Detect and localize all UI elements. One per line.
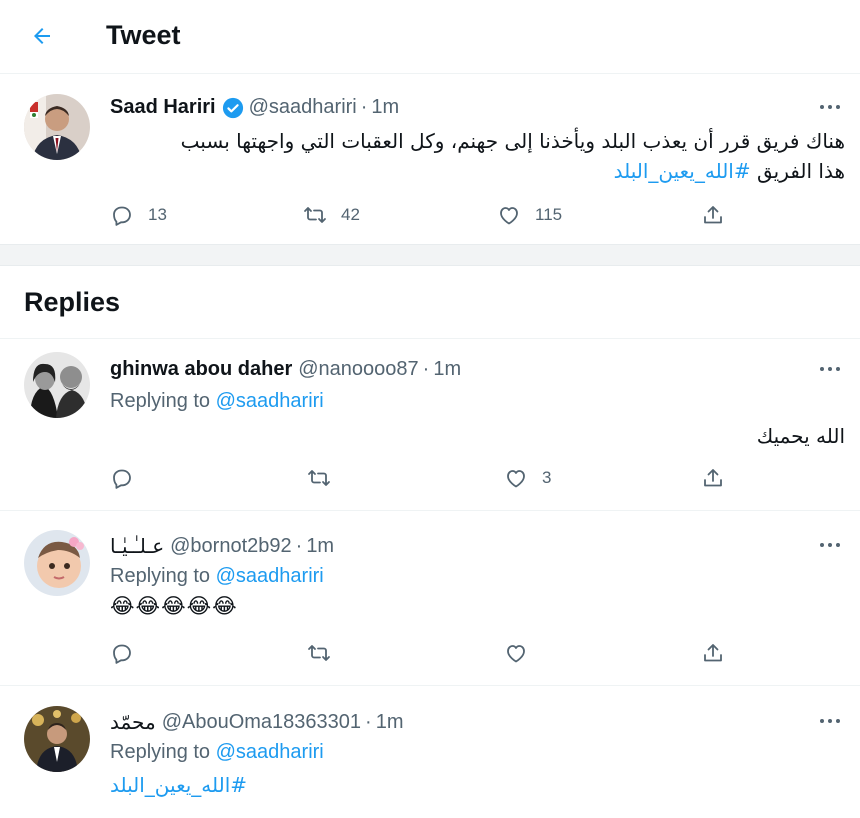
- tweet-text-line-1: هناك فريق قرر أن يعذب البلد ويأخذنا إلى …: [180, 129, 845, 153]
- retweet-icon: [308, 470, 330, 486]
- share-icon: [704, 206, 722, 224]
- retweet-button[interactable]: [307, 466, 331, 490]
- heart-icon: [500, 207, 518, 225]
- retweet-button[interactable]: [307, 641, 331, 665]
- share-button[interactable]: [701, 641, 725, 665]
- verified-badge-icon: [222, 97, 243, 118]
- like-count: 115: [535, 205, 563, 224]
- more-button[interactable]: [815, 711, 845, 731]
- avatar[interactable]: [24, 530, 90, 596]
- separator: ·: [295, 534, 303, 557]
- hashtag-link[interactable]: #الله_يعين_البلد: [614, 159, 751, 183]
- avatar[interactable]: [24, 94, 90, 160]
- replying-label: Replying to: [110, 741, 211, 763]
- retweet-count: 42: [341, 205, 360, 224]
- replying-to: Replying to @saadhariri: [110, 741, 324, 764]
- reply-button[interactable]: 13: [110, 203, 167, 227]
- separator: ·: [365, 710, 372, 733]
- mention-link[interactable]: @saadhariri: [216, 741, 324, 763]
- handle[interactable]: @AbouOma18363301: [162, 711, 361, 734]
- tweet-header: Tweet: [0, 0, 860, 74]
- back-button[interactable]: [22, 18, 62, 54]
- separator: ·: [360, 96, 368, 118]
- tweet-text-line-2: هذا الفريق #الله_يعين_البلد: [100, 156, 845, 186]
- reply-button[interactable]: [110, 466, 134, 490]
- replying-label: Replying to: [110, 565, 211, 587]
- tweet-text-prefix: هذا الفريق: [756, 159, 845, 183]
- mention-link[interactable]: @saadhariri: [216, 565, 324, 587]
- share-icon: [704, 469, 722, 487]
- timestamp[interactable]: 1m: [376, 711, 404, 734]
- share-button[interactable]: [701, 203, 725, 227]
- like-count: 3: [542, 468, 552, 487]
- tweet-author-row: Saad Hariri @saadhariri · 1m: [110, 96, 399, 119]
- mention-link[interactable]: @saadhariri: [216, 390, 324, 412]
- replying-to: Replying to @saadhariri: [110, 390, 324, 413]
- reply-icon: [113, 206, 131, 226]
- share-button[interactable]: [701, 466, 725, 490]
- retweet-icon: [304, 207, 326, 223]
- reply-text: الله يحميك: [756, 424, 845, 448]
- page-title: Tweet: [106, 20, 181, 50]
- heart-icon: [507, 645, 525, 663]
- share-icon: [704, 644, 722, 662]
- reply-author-row: عـلـٰـيٰـا @bornot2b92 · 1m: [110, 534, 334, 558]
- display-name[interactable]: ghinwa abou daher: [110, 358, 292, 381]
- display-name[interactable]: عـلـٰـيٰـا: [110, 534, 164, 558]
- retweet-icon: [308, 645, 330, 661]
- reply-button[interactable]: [110, 641, 134, 665]
- more-button[interactable]: [815, 535, 845, 555]
- hashtag-link[interactable]: #الله_يعين_البلد: [110, 770, 247, 800]
- like-button[interactable]: [504, 641, 528, 665]
- reply-count: 13: [148, 205, 167, 224]
- separator: ·: [422, 358, 430, 380]
- display-name[interactable]: Saad Hariri: [110, 96, 216, 119]
- handle[interactable]: @nanoooo87: [298, 358, 418, 381]
- more-button[interactable]: [815, 359, 845, 379]
- retweet-button[interactable]: 42: [303, 203, 360, 227]
- reply-author-row: ghinwa abou daher @nanoooo87 · 1m: [110, 358, 461, 381]
- replying-to: Replying to @saadhariri: [110, 565, 324, 588]
- like-button[interactable]: 3: [504, 466, 551, 490]
- timestamp[interactable]: 1m: [433, 358, 461, 381]
- replying-label: Replying to: [110, 390, 211, 412]
- like-button[interactable]: 115: [497, 203, 562, 227]
- section-divider: [0, 244, 860, 266]
- timestamp[interactable]: 1m: [371, 96, 399, 119]
- timestamp[interactable]: 1m: [306, 535, 334, 558]
- arrow-left-icon: [34, 28, 50, 44]
- reply-text: 😂😂😂😂😂: [110, 595, 238, 618]
- heart-icon: [507, 470, 525, 488]
- avatar[interactable]: [24, 352, 90, 418]
- handle[interactable]: @saadhariri: [249, 96, 357, 119]
- reply-author-row: محمّد @AbouOma18363301 · 1m: [110, 710, 404, 734]
- reply-icon: [113, 644, 131, 664]
- avatar[interactable]: [24, 706, 90, 772]
- more-button[interactable]: [815, 97, 845, 117]
- replies-heading: Replies: [24, 287, 121, 317]
- display-name[interactable]: محمّد: [110, 710, 156, 734]
- handle[interactable]: @bornot2b92: [170, 535, 292, 558]
- reply-icon: [113, 469, 131, 489]
